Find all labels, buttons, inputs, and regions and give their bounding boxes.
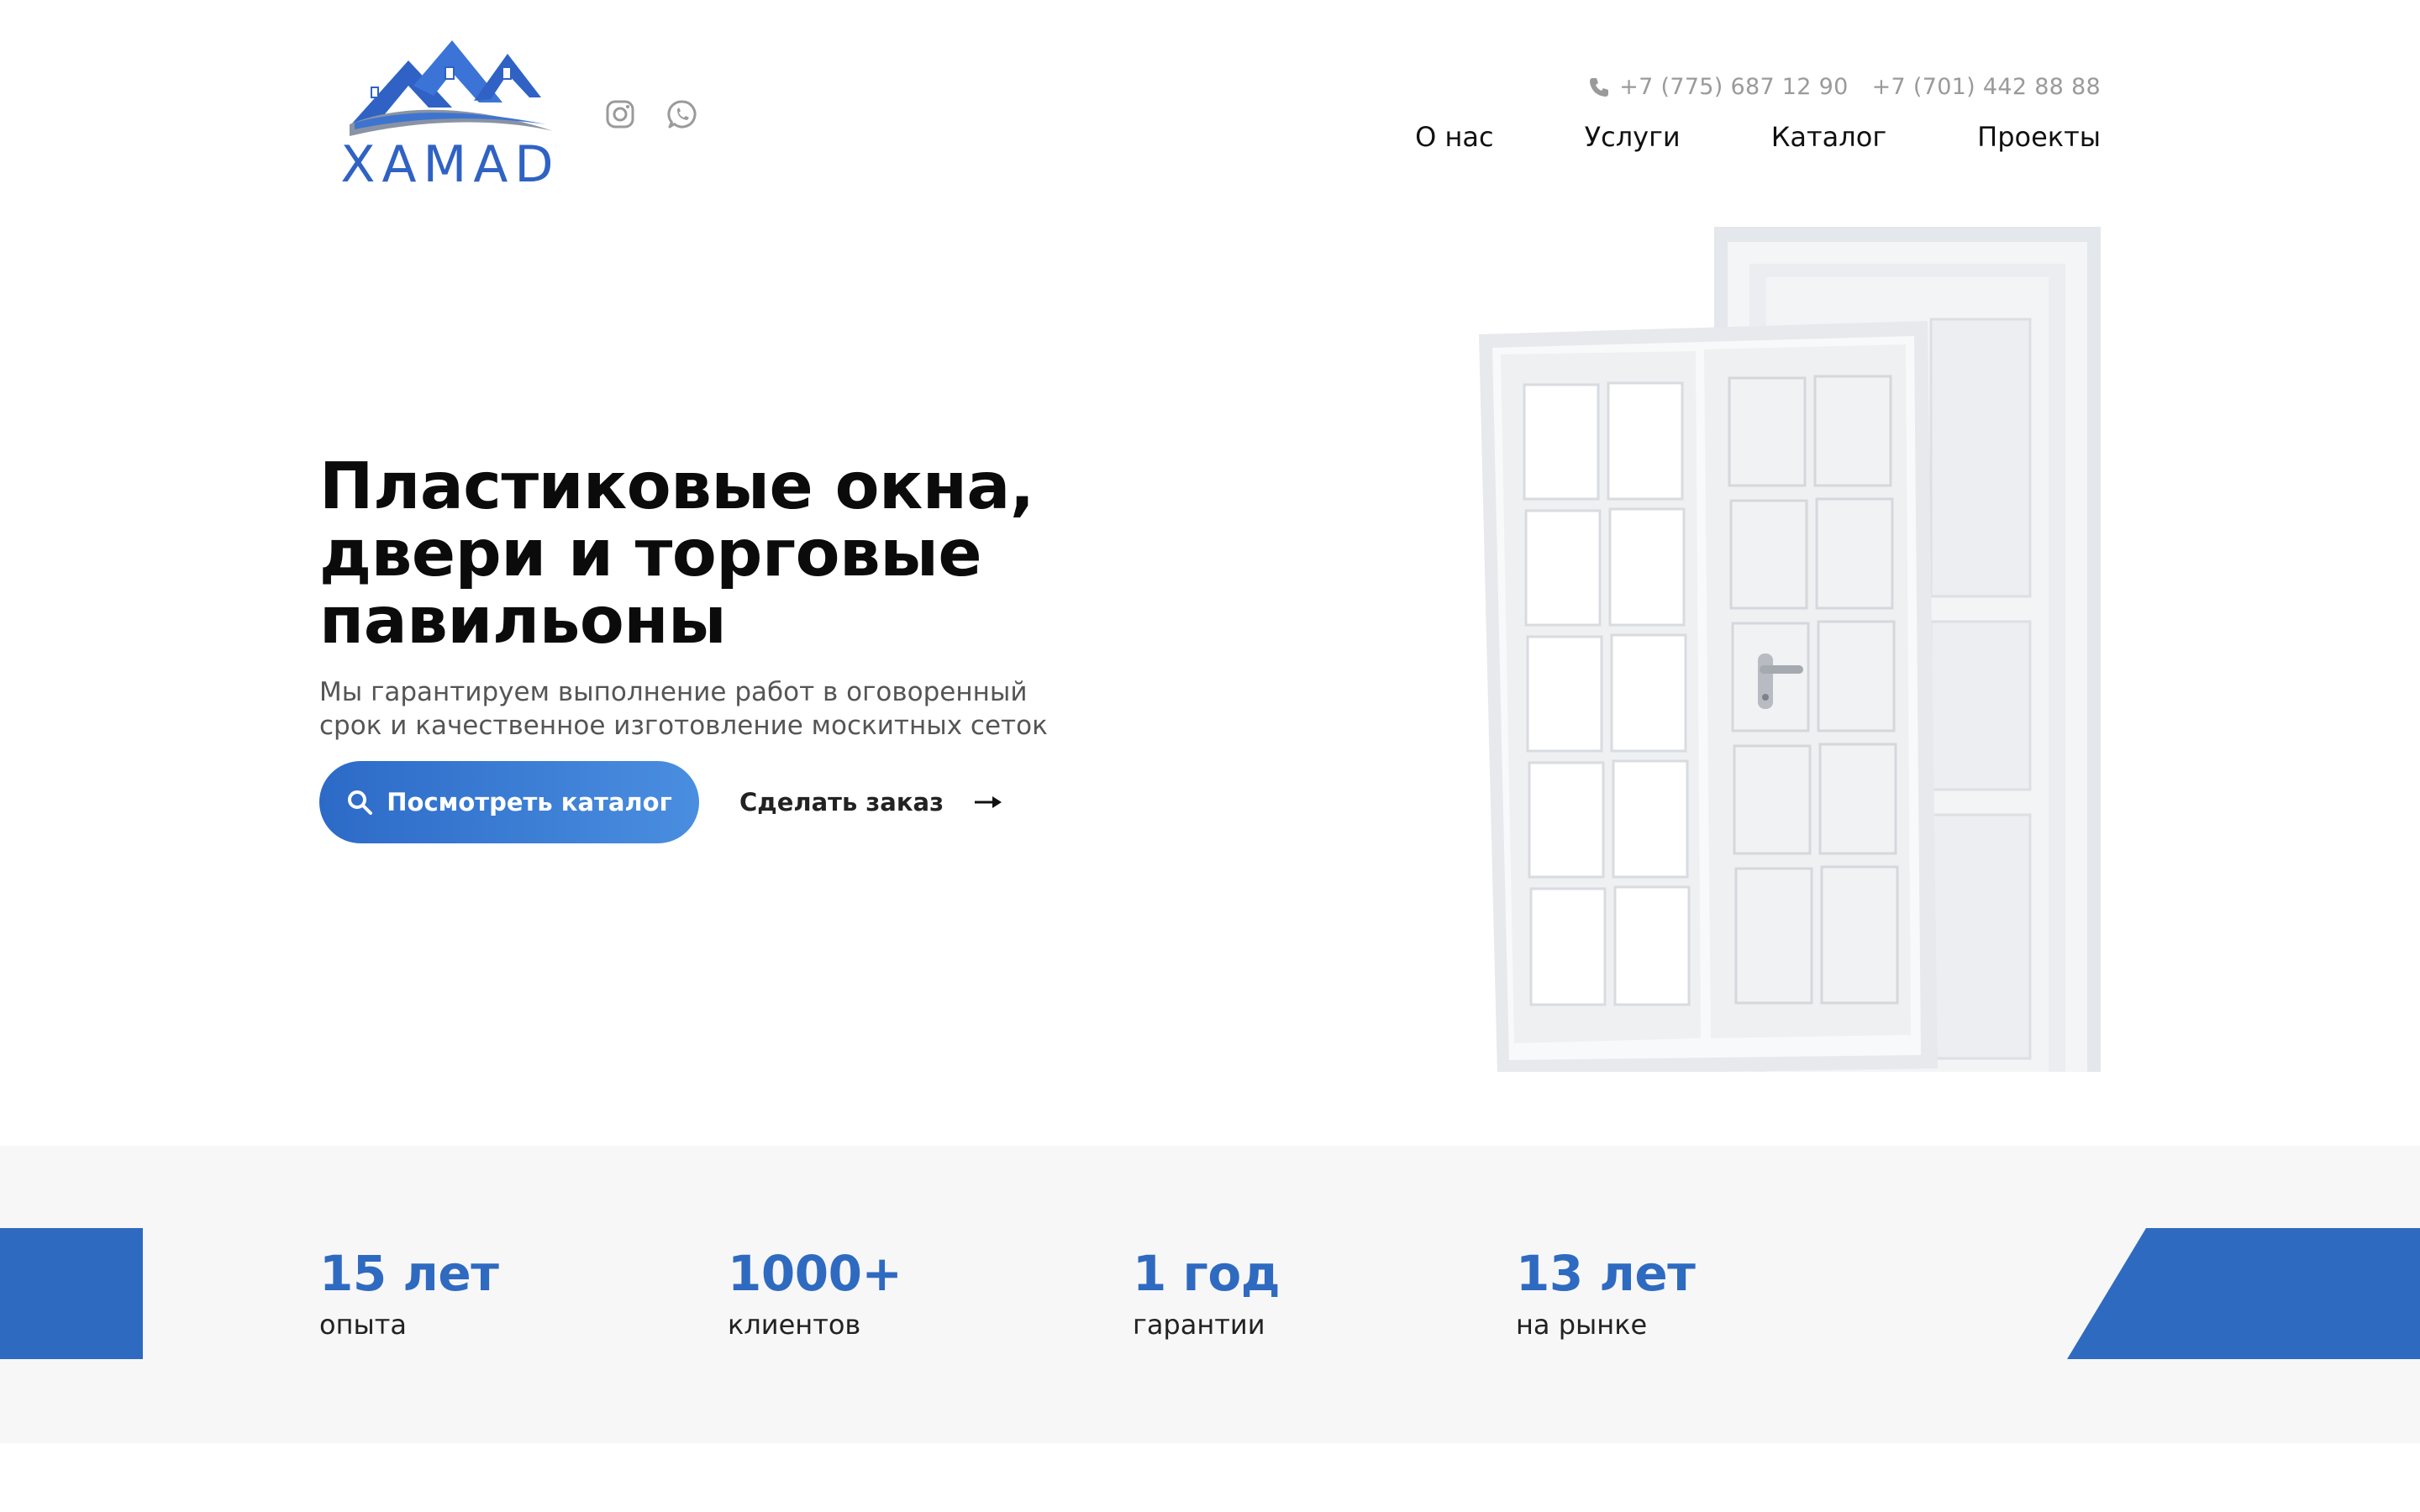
hero-title: Пластиковые окна, двери и торговые павил… (319, 454, 1126, 655)
hero-product-image (1476, 227, 2101, 1072)
search-icon (348, 790, 373, 815)
hero-title-line: павильоны (319, 584, 727, 659)
company-logo[interactable]: XAMAD (334, 25, 566, 197)
phone-link-1[interactable]: +7 (775) 687 12 90 (1619, 74, 1848, 100)
nav-item-projects[interactable]: Проекты (1977, 121, 2101, 153)
nav-item-services[interactable]: Услуги (1585, 121, 1681, 153)
accent-block-left (0, 1228, 143, 1359)
header-phones: +7 (775) 687 12 90 +7 (701) 442 88 88 (1587, 74, 2101, 100)
instagram-icon[interactable] (603, 97, 637, 131)
arrow-right-icon (974, 796, 1002, 808)
phone-link-2[interactable]: +7 (701) 442 88 88 (1872, 74, 2101, 100)
logo-image: XAMAD (334, 25, 566, 197)
stat-item: 1 год гарантии (1133, 1245, 1281, 1341)
main-nav: О нас Услуги Каталог Проекты (1415, 121, 2101, 153)
stat-label: клиентов (728, 1309, 861, 1341)
nav-item-catalog[interactable]: Каталог (1771, 121, 1886, 153)
stat-value: 1 год (1133, 1245, 1281, 1302)
phone-group: +7 (775) 687 12 90 (1587, 74, 1848, 100)
hero-subtitle-line: срок и качественное изготовление москитн… (319, 711, 1048, 741)
hero-title-line: Пластиковые окна, (319, 449, 1034, 524)
stat-item: 15 лет опыта (319, 1245, 499, 1341)
stat-label: гарантии (1133, 1309, 1265, 1341)
place-order-button[interactable]: Сделать заказ (739, 781, 1002, 823)
stat-value: 13 лет (1516, 1245, 1696, 1302)
phone-icon (1590, 77, 1609, 97)
stat-item: 1000+ клиентов (728, 1247, 902, 1341)
accent-block-right (2067, 1228, 2420, 1359)
place-order-label: Сделать заказ (739, 788, 944, 816)
stats-band: 15 лет опыта 1000+ клиентов 1 год гарант… (0, 1146, 2420, 1443)
stat-item: 13 лет на рынке (1516, 1245, 1696, 1341)
page: XAMAD +7 (775) 687 12 90 +7 (701) 442 88… (0, 0, 2420, 1512)
view-catalog-button[interactable]: Посмотреть каталог (319, 761, 699, 843)
stat-value: 15 лет (319, 1245, 499, 1302)
nav-item-about[interactable]: О нас (1415, 121, 1493, 153)
view-catalog-label: Посмотреть каталог (387, 788, 672, 816)
stat-label: на рынке (1516, 1309, 1648, 1341)
stat-label: опыта (319, 1309, 408, 1341)
hero-subtitle-line: Мы гарантируем выполнение работ в оговор… (319, 677, 1028, 707)
hero-subtitle: Мы гарантируем выполнение работ в оговор… (319, 675, 1076, 743)
whatsapp-icon[interactable] (666, 97, 699, 131)
stat-value: 1000+ (728, 1245, 902, 1302)
logo-text: XAMAD (340, 135, 560, 194)
hero-title-line: двери и торговые (319, 517, 982, 591)
